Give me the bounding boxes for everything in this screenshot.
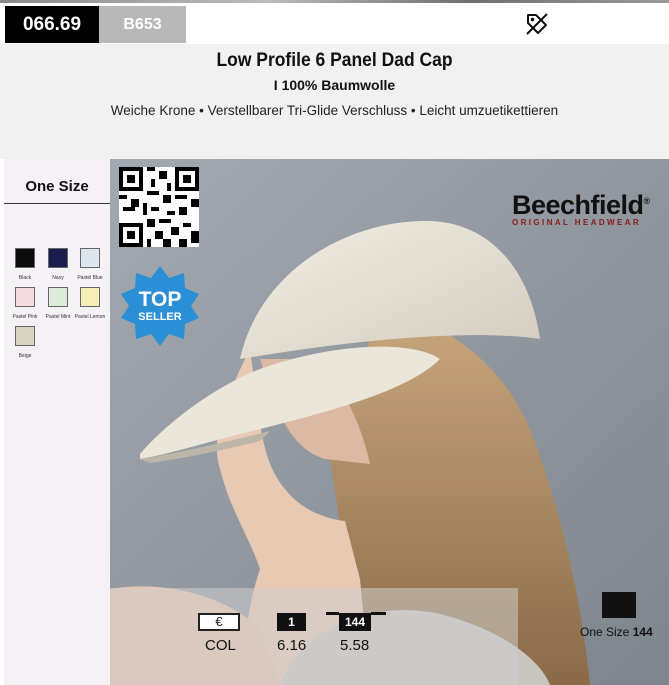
size-divider xyxy=(4,203,110,204)
size-label: One Size xyxy=(25,178,89,195)
qty-tier-2: 144 xyxy=(339,613,371,631)
color-swatch-beige[interactable] xyxy=(15,326,35,346)
sku-badge: B653 xyxy=(99,6,186,43)
brand-logo: Beechfield® ORIGINAL HEADWEAR xyxy=(512,188,664,228)
tier-bar xyxy=(371,612,386,615)
product-description: Weiche Krone • Verstellbarer Tri-Glide V… xyxy=(110,103,559,118)
price-tier-2: 5.58 xyxy=(340,637,370,654)
color-swatch-pastel-lemon[interactable] xyxy=(80,287,100,307)
price-tier-1: 6.16 xyxy=(277,637,307,654)
color-label: Navy xyxy=(52,275,64,281)
top-divider xyxy=(0,0,669,3)
color-label: Pastel Mint xyxy=(45,314,71,320)
currency-label: € xyxy=(198,613,240,631)
no-tag-icon xyxy=(526,13,548,35)
tier-bar xyxy=(326,612,339,615)
color-label: Beige xyxy=(18,353,32,359)
product-title: Low Profile 6 Panel Dad Cap xyxy=(216,50,453,71)
qty-tier-1: 1 xyxy=(277,613,306,631)
pack-size: One Size xyxy=(580,625,630,639)
brand-name: Beechfield xyxy=(512,190,644,220)
price-row-label: COL xyxy=(205,637,236,654)
color-swatch-navy[interactable] xyxy=(48,248,68,268)
qr-code-icon[interactable] xyxy=(119,167,199,247)
badge-line-2: SELLER xyxy=(138,311,181,323)
color-label: Black xyxy=(18,275,32,281)
color-label: Pastel Blue xyxy=(77,275,103,281)
carton-icon xyxy=(602,592,636,618)
color-swatch-pastel-blue[interactable] xyxy=(80,248,100,268)
packaging-info: One Size 144 xyxy=(580,625,653,639)
color-swatch-pastel-pink[interactable] xyxy=(15,287,35,307)
color-sidebar xyxy=(4,159,110,685)
color-swatch-black[interactable] xyxy=(15,248,35,268)
badge-line-1: TOP xyxy=(139,288,182,311)
article-code: 066.69 xyxy=(5,6,99,43)
color-label: Pastel Pink xyxy=(12,314,38,320)
price-table xyxy=(110,588,518,685)
top-seller-badge: TOP SELLER xyxy=(121,266,199,346)
product-material: I 100% Baumwolle xyxy=(273,77,396,93)
color-label: Pastel Lemon xyxy=(74,314,106,320)
color-swatch-pastel-mint[interactable] xyxy=(48,287,68,307)
trademark: ® xyxy=(643,196,651,206)
pack-count: 144 xyxy=(632,625,653,639)
